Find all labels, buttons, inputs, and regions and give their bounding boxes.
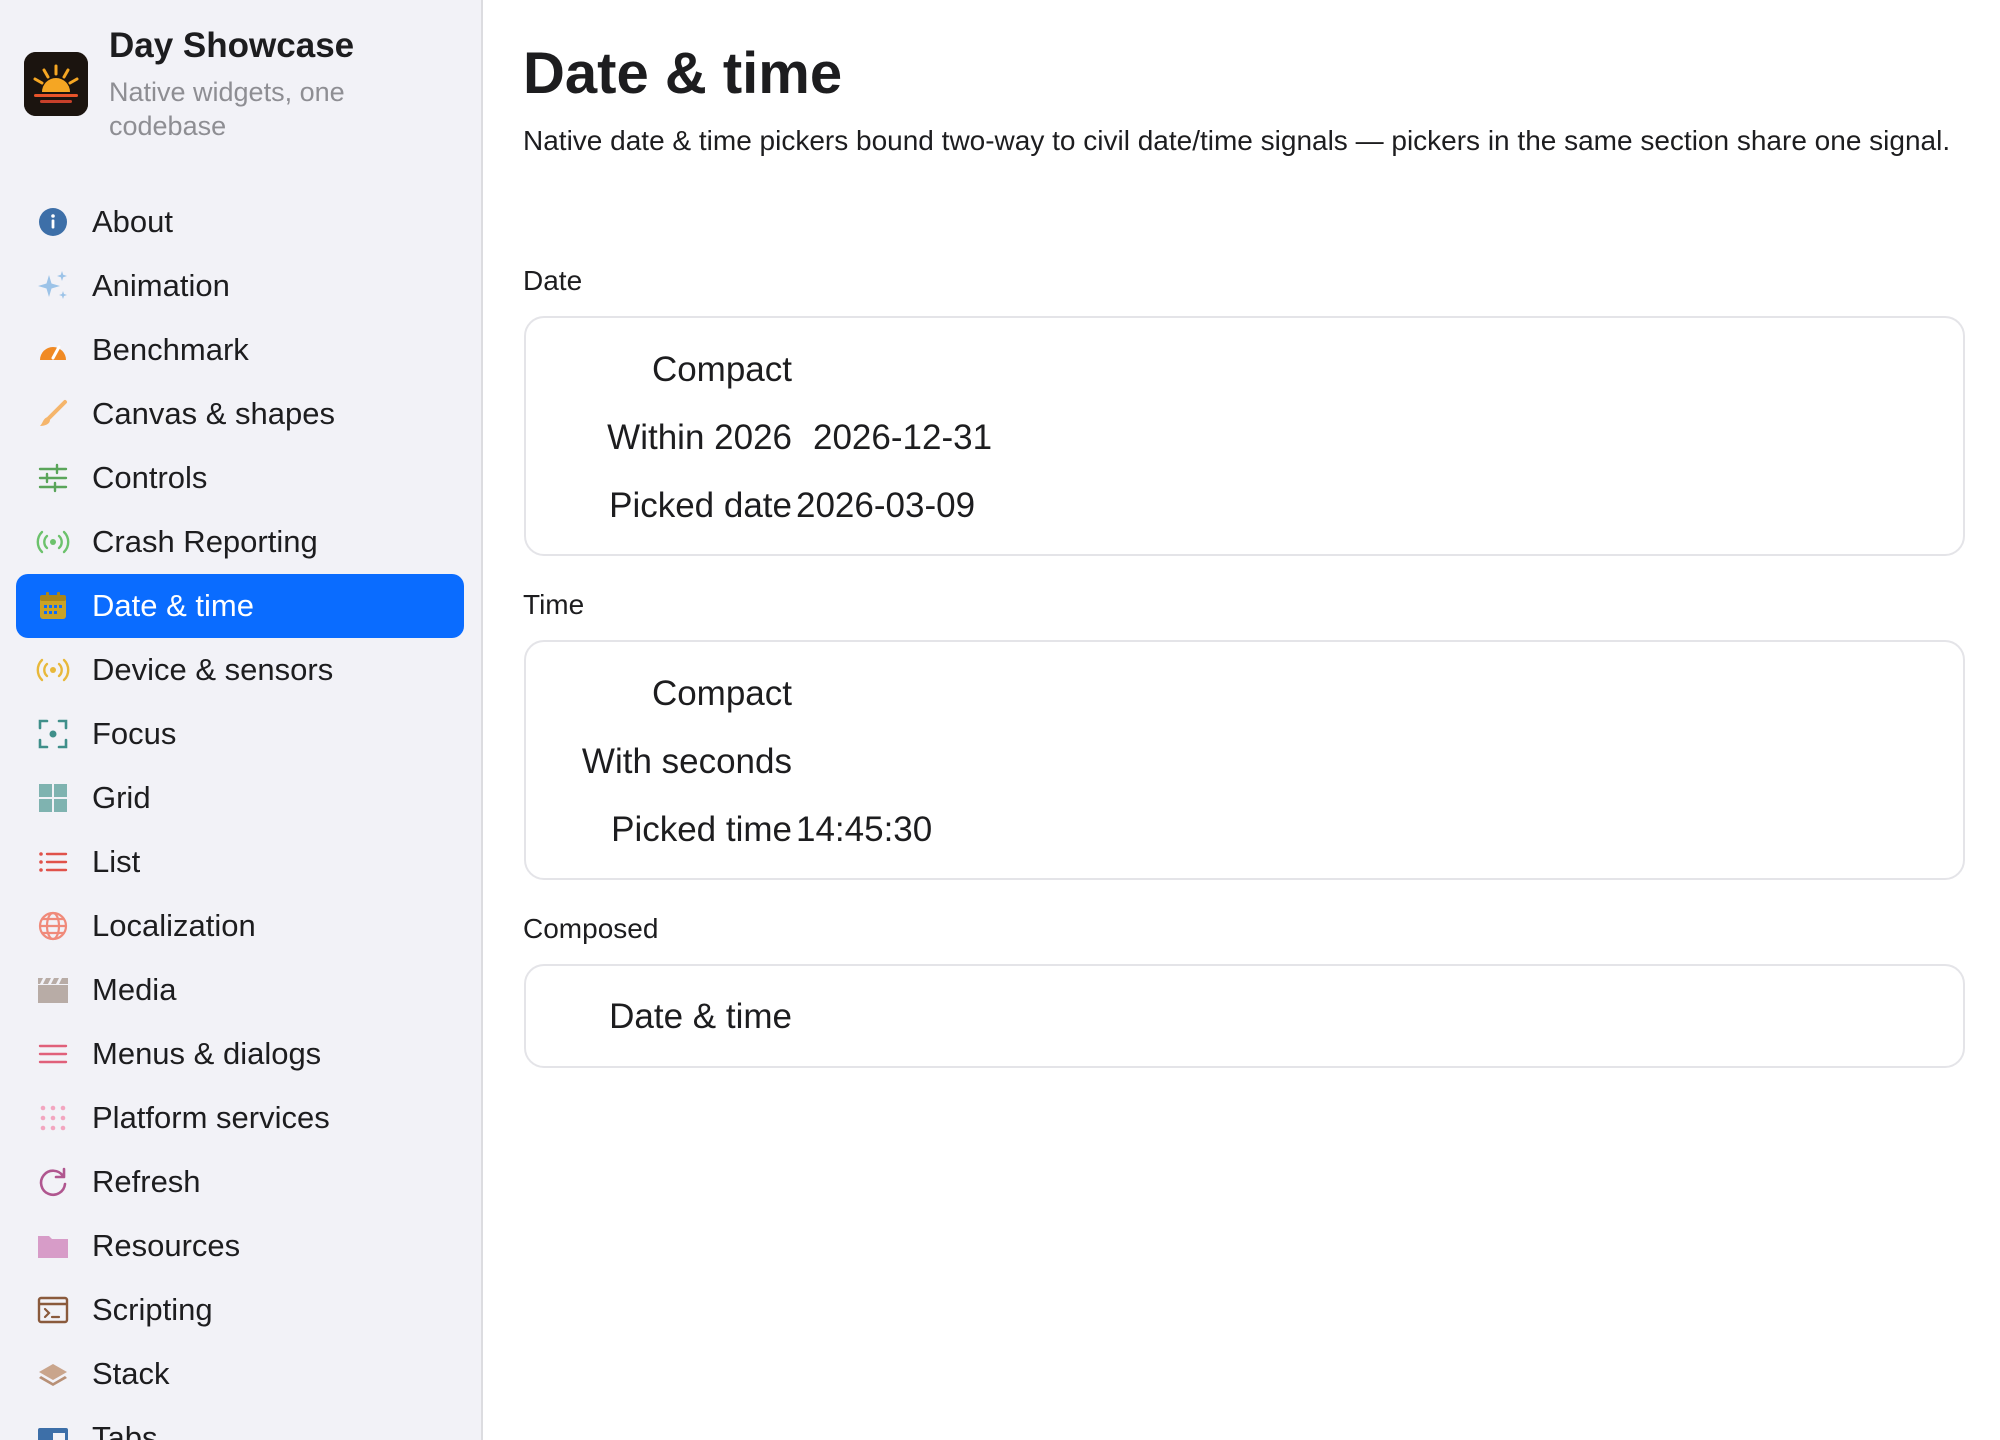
page-description: Native date & time pickers bound two-way… (523, 125, 1951, 156)
composed-card: Date & time (524, 964, 1965, 1068)
sidebar-item-refresh[interactable]: Refresh (16, 1150, 464, 1214)
sidebar-item-label: Grid (92, 780, 151, 815)
app-title: Day Showcase (109, 26, 355, 65)
clapperboard-icon (36, 973, 70, 1007)
section-label-time: Time (523, 589, 585, 620)
sidebar-item-label: Canvas & shapes (92, 396, 335, 431)
sidebar-item-tabs[interactable]: Tabs (16, 1406, 464, 1440)
sidebar-item-list[interactable]: List (16, 830, 464, 894)
sidebar-item-grid[interactable]: Grid (16, 766, 464, 830)
sidebar-item-resources[interactable]: Resources (16, 1214, 464, 1278)
sidebar-item-label: Crash Reporting (92, 524, 318, 559)
row-label: With seconds (581, 742, 792, 781)
sidebar-item-label: About (92, 204, 174, 239)
app-subtitle: Native widgets, one codebase (109, 77, 345, 141)
sidebar-item-controls[interactable]: Controls (16, 446, 464, 510)
time-card: Compact With seconds Picked time 14:45:3… (524, 640, 1965, 880)
sidebar-item-canvas-shapes[interactable]: Canvas & shapes (16, 382, 464, 446)
sidebar-item-stack[interactable]: Stack (16, 1342, 464, 1406)
menu-lines-icon (36, 1037, 70, 1071)
sidebar-item-label: Resources (92, 1228, 241, 1263)
sidebar-item-label: Date & time (92, 588, 254, 623)
date-within-row: Within 2026 2026-12-31 (526, 408, 1963, 468)
info-icon (36, 205, 70, 239)
main-content: Date & time Native date & time pickers b… (483, 0, 2000, 1440)
broadcast-icon (36, 525, 70, 559)
refresh-icon (36, 1165, 70, 1199)
sidebar-item-platform-services[interactable]: Platform services (16, 1086, 464, 1150)
sidebar-item-benchmark[interactable]: Benchmark (16, 318, 464, 382)
sidebar-item-label: Controls (92, 460, 208, 495)
time-compact-row: Compact (526, 664, 1963, 724)
list-icon (36, 845, 70, 879)
globe-icon (36, 909, 70, 943)
picked-time-row: Picked time 14:45:30 (526, 800, 1963, 860)
picked-date-row: Picked date 2026-03-09 (526, 476, 1963, 536)
terminal-icon (36, 1293, 70, 1327)
paintbrush-icon (36, 397, 70, 431)
sidebar-item-label: Menus & dialogs (92, 1036, 322, 1071)
broadcast-icon (36, 653, 70, 687)
composed-datetime-row: Date & time (526, 987, 1963, 1047)
sidebar-item-label: Scripting (92, 1292, 213, 1327)
folder-icon (36, 1229, 70, 1263)
tabs-icon (36, 1421, 70, 1440)
date-within-picker[interactable]: 2026-12-31 (813, 408, 992, 468)
sidebar-item-crash-reporting[interactable]: Crash Reporting (16, 510, 464, 574)
sidebar-nav: About Animation Benchmark Canvas & shape… (16, 190, 464, 1440)
sparkles-icon (36, 269, 70, 303)
sidebar-item-label: Device & sensors (92, 652, 334, 687)
sidebar-item-label: Localization (92, 908, 256, 943)
sidebar-item-device-sensors[interactable]: Device & sensors (16, 638, 464, 702)
sidebar-item-scripting[interactable]: Scripting (16, 1278, 464, 1342)
sidebar-item-focus[interactable]: Focus (16, 702, 464, 766)
row-label: Picked time (611, 810, 792, 849)
picked-time-value: 14:45:30 (796, 810, 933, 849)
page-title: Date & time (523, 41, 843, 106)
sidebar-item-date-time[interactable]: Date & time (16, 574, 464, 638)
row-label: Date & time (609, 997, 792, 1036)
calendar-icon (36, 589, 70, 623)
row-label: Compact (651, 350, 792, 389)
row-label: Picked date (609, 486, 792, 525)
date-card: Compact Within 2026 2026-12-31 Picked da… (524, 316, 1965, 556)
time-seconds-row: With seconds (526, 732, 1963, 792)
sidebar-item-label: Animation (92, 268, 230, 303)
sidebar-item-label: Platform services (92, 1100, 330, 1135)
sidebar-item-animation[interactable]: Animation (16, 254, 464, 318)
sidebar-item-menus-dialogs[interactable]: Menus & dialogs (16, 1022, 464, 1086)
sliders-icon (36, 461, 70, 495)
section-label-date: Date (523, 265, 583, 296)
row-label: Compact (651, 674, 792, 713)
section-label-composed: Composed (523, 913, 659, 944)
focus-icon (36, 717, 70, 751)
sidebar-item-about[interactable]: About (16, 190, 464, 254)
sidebar-item-label: Stack (92, 1356, 170, 1391)
sidebar-item-label: Refresh (92, 1164, 201, 1199)
row-label: Within 2026 (607, 418, 792, 457)
sidebar-item-label: Benchmark (92, 332, 249, 367)
sidebar-item-media[interactable]: Media (16, 958, 464, 1022)
picked-date-value: 2026-03-09 (796, 486, 976, 525)
app-logo-icon (24, 52, 88, 116)
dots-grid-icon (36, 1101, 70, 1135)
sidebar-item-label: Media (92, 972, 177, 1007)
sidebar-item-label: List (92, 844, 141, 879)
sidebar-item-label: Focus (92, 716, 177, 751)
date-compact-row: Compact (526, 340, 1963, 400)
sidebar-item-localization[interactable]: Localization (16, 894, 464, 958)
sidebar: Day Showcase Native widgets, one codebas… (0, 0, 483, 1440)
speedometer-icon (36, 333, 70, 367)
grid-icon (36, 781, 70, 815)
sidebar-item-label: Tabs (92, 1420, 158, 1440)
stack-icon (36, 1357, 70, 1391)
